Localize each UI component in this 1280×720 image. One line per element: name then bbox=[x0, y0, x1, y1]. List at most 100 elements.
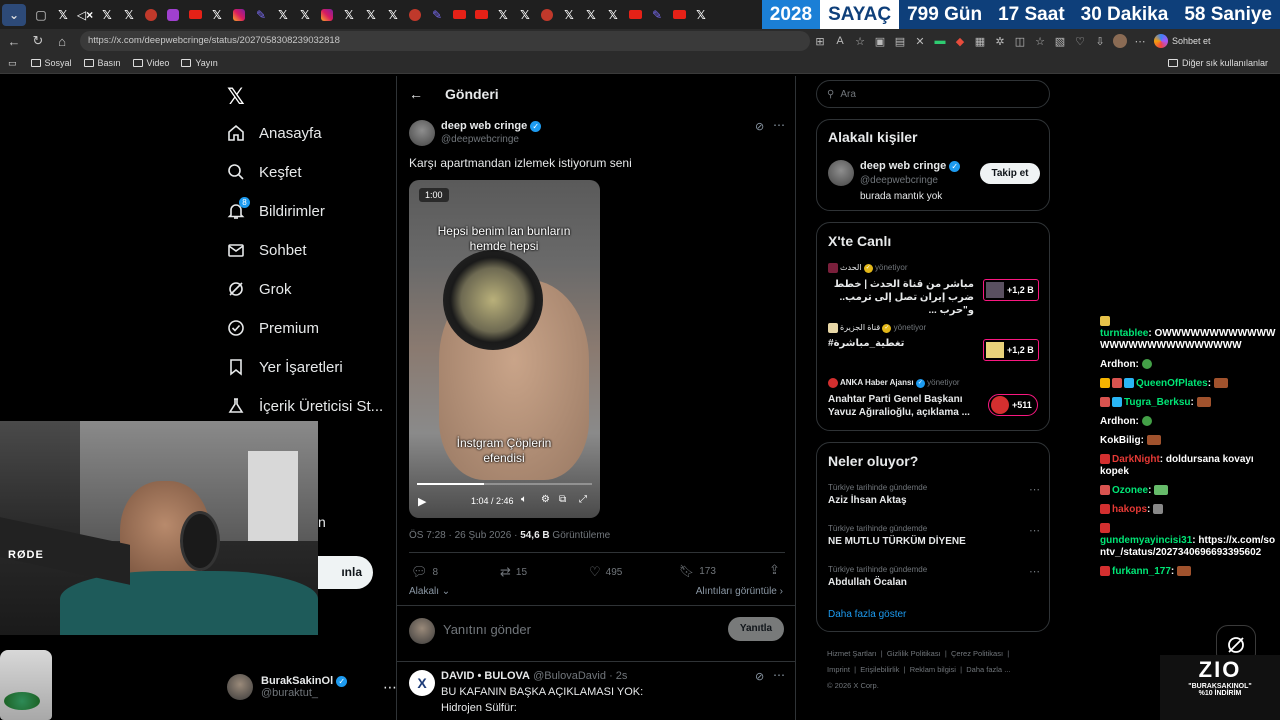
extensions-puzzle-icon[interactable]: ✲ bbox=[990, 31, 1010, 51]
more-icon[interactable]: ⋯ bbox=[1029, 565, 1040, 578]
reply-author-name[interactable]: DAVID • BULOVA bbox=[441, 670, 530, 682]
reply-button[interactable]: Yanıtla bbox=[728, 617, 784, 641]
show-more-link[interactable]: Daha fazla göster bbox=[828, 609, 906, 620]
tab-youtube[interactable] bbox=[668, 4, 690, 26]
author-name[interactable]: deep web cringe bbox=[441, 120, 527, 132]
more-icon[interactable]: ⋯ bbox=[1029, 483, 1040, 496]
volume-icon[interactable]: 🔈︎ bbox=[521, 494, 527, 505]
reply-action[interactable]: 💬︎ 8 bbox=[411, 564, 438, 580]
tab-youtube[interactable] bbox=[470, 4, 492, 26]
x-logo-icon[interactable]: 𝕏 bbox=[227, 84, 245, 110]
favorites-icon[interactable]: ☆ bbox=[1030, 31, 1050, 51]
profile-avatar[interactable] bbox=[1110, 31, 1130, 51]
tab-x[interactable]: 𝕏 bbox=[96, 4, 118, 26]
live-listener-pill[interactable]: +1,2 B bbox=[983, 339, 1039, 361]
reply-author-avatar[interactable]: X bbox=[409, 670, 435, 696]
more-icon[interactable]: ⋯ bbox=[383, 679, 397, 696]
nav-premium[interactable]: Premium bbox=[227, 319, 319, 337]
bookmark-folder-basin[interactable]: Basın bbox=[83, 58, 121, 68]
settings-icon[interactable]: ⚙ bbox=[541, 494, 550, 505]
tab-x[interactable]: 𝕏 bbox=[558, 4, 580, 26]
person-handle[interactable]: @deepwebcringe bbox=[860, 175, 938, 186]
apps-icon[interactable]: ⊞ bbox=[810, 31, 830, 51]
split-screen-icon[interactable]: ◫ bbox=[1010, 31, 1030, 51]
live-item[interactable]: قناة الجزيرة ✓ yönetiyor #تغطية_مباشرة +… bbox=[828, 323, 1042, 367]
back-icon[interactable]: ← bbox=[2, 29, 26, 53]
tab-red[interactable] bbox=[404, 4, 426, 26]
tab-x[interactable]: 𝕏 bbox=[294, 4, 316, 26]
grok-icon[interactable]: ⊘ bbox=[755, 670, 764, 683]
account-switcher[interactable]: BurakSakinOl ✓ @buraktut_ ⋯ bbox=[227, 672, 397, 702]
refresh-icon[interactable]: ↻ bbox=[26, 29, 50, 53]
person-name[interactable]: deep web cringe bbox=[860, 160, 946, 172]
tab-youtube[interactable] bbox=[448, 4, 470, 26]
more-icon[interactable]: ⋯ bbox=[1029, 524, 1040, 537]
like-action[interactable]: ♡ 495 bbox=[589, 564, 622, 580]
downloads-icon[interactable]: ⇩ bbox=[1090, 31, 1110, 51]
copilot-button[interactable]: Sohbet et bbox=[1154, 34, 1211, 48]
author-avatar[interactable] bbox=[409, 120, 435, 146]
nav-grok[interactable]: Grok bbox=[227, 280, 292, 298]
tab-x[interactable]: 𝕏 bbox=[492, 4, 514, 26]
tab-x[interactable]: 𝕏 bbox=[580, 4, 602, 26]
footer-link[interactable]: Imprint bbox=[827, 665, 850, 674]
nav-notifications[interactable]: 8 Bildirimler bbox=[227, 197, 325, 220]
repost-action[interactable]: ⇄ 15 bbox=[500, 564, 527, 580]
post-video[interactable]: 1:00 Hepsi benim lan bunların hemde heps… bbox=[409, 180, 600, 518]
tab-x[interactable]: 𝕏 bbox=[360, 4, 382, 26]
reply-author-handle[interactable]: @BulovaDavid bbox=[533, 670, 606, 682]
nav-home[interactable]: Anasayfa bbox=[227, 124, 322, 142]
workspaces-icon[interactable]: ▢ bbox=[30, 4, 52, 26]
tab-pen[interactable]: ✎ bbox=[250, 4, 272, 26]
share-icon[interactable]: ⇪ bbox=[769, 562, 780, 578]
tab-actions-icon[interactable]: ⌄ bbox=[2, 3, 26, 26]
other-bookmarks[interactable]: Diğer sık kullanılanlar bbox=[1167, 58, 1268, 68]
live-listener-pill[interactable]: +1,2 B bbox=[983, 279, 1039, 301]
url-field[interactable]: https://x.com/deepwebcringe/status/20270… bbox=[80, 31, 810, 51]
more-icon[interactable]: ⋯ bbox=[773, 668, 785, 682]
bookmark-folder-yayin[interactable]: Yayın bbox=[181, 58, 218, 68]
trend-item[interactable]: Türkiye tarihinde gündemde Abdullah Öcal… bbox=[828, 565, 1042, 588]
tab-instagram[interactable] bbox=[316, 4, 338, 26]
pip-icon[interactable]: ⧉ bbox=[559, 494, 566, 505]
tab-pen[interactable]: ✎ bbox=[646, 4, 668, 26]
more-menu-icon[interactable]: ⋯ bbox=[1130, 31, 1150, 51]
tab-pen[interactable]: ✎ bbox=[426, 4, 448, 26]
nav-explore[interactable]: Keşfet bbox=[227, 163, 302, 181]
fullscreen-icon[interactable]: ⤢ bbox=[579, 494, 587, 505]
extension-icon[interactable]: ◆ bbox=[950, 31, 970, 51]
bookmark-action[interactable]: 🔖︎ 173 bbox=[679, 564, 716, 578]
related-filter[interactable]: Alakalı ⌄ bbox=[409, 586, 450, 597]
post-button[interactable]: ınla bbox=[315, 556, 373, 589]
nav-chat[interactable]: Sohbet bbox=[227, 241, 307, 259]
extension-icon[interactable]: ✕ bbox=[910, 31, 930, 51]
back-arrow-icon[interactable]: ← bbox=[409, 86, 423, 102]
trend-item[interactable]: Türkiye tarihinde gündemde Aziz İhsan Ak… bbox=[828, 483, 1042, 506]
reply-time[interactable]: · 2s bbox=[609, 670, 627, 682]
health-icon[interactable]: ♡ bbox=[1070, 31, 1090, 51]
favorite-star-icon[interactable]: ☆ bbox=[850, 31, 870, 51]
more-icon[interactable]: ⋯ bbox=[773, 118, 785, 132]
tab-mute[interactable]: ◁× bbox=[74, 4, 96, 26]
reply-input[interactable]: Yanıtını gönder bbox=[443, 622, 531, 637]
bookmark-folder-video[interactable]: Video bbox=[132, 58, 169, 68]
trend-item[interactable]: Türkiye tarihinde gündemde NE MUTLU TÜRK… bbox=[828, 524, 1042, 547]
author-handle[interactable]: @deepwebcringe bbox=[441, 134, 541, 145]
home-icon[interactable]: ⌂ bbox=[50, 29, 74, 53]
post-timestamp[interactable]: ÖS 7:28 · 26 Şub 2026 · bbox=[409, 530, 520, 541]
avatar[interactable] bbox=[828, 160, 854, 186]
nav-creator-studio[interactable]: İçerik Üreticisi St... bbox=[227, 397, 383, 415]
bookmarks-icon[interactable]: ▭ bbox=[8, 58, 17, 69]
play-icon[interactable]: ▶ bbox=[418, 495, 426, 508]
tab-x[interactable]: 𝕏 bbox=[382, 4, 404, 26]
tab-youtube[interactable] bbox=[184, 4, 206, 26]
footer-link[interactable]: Reklam bilgisi bbox=[910, 665, 956, 674]
live-item[interactable]: ANKA Haber Ajansı ✓ yönetiyor Anahtar Pa… bbox=[828, 378, 1042, 426]
grok-icon[interactable]: ⊘ bbox=[755, 120, 764, 133]
collections-icon[interactable]: ▧ bbox=[1050, 31, 1070, 51]
bookmark-folder-sosyal[interactable]: Sosyal bbox=[30, 58, 72, 68]
tab-youtube[interactable] bbox=[624, 4, 646, 26]
footer-link[interactable]: Gizlilik Politikası bbox=[887, 649, 941, 658]
extension-icon[interactable]: ▣ bbox=[870, 31, 890, 51]
tab-red[interactable] bbox=[140, 4, 162, 26]
